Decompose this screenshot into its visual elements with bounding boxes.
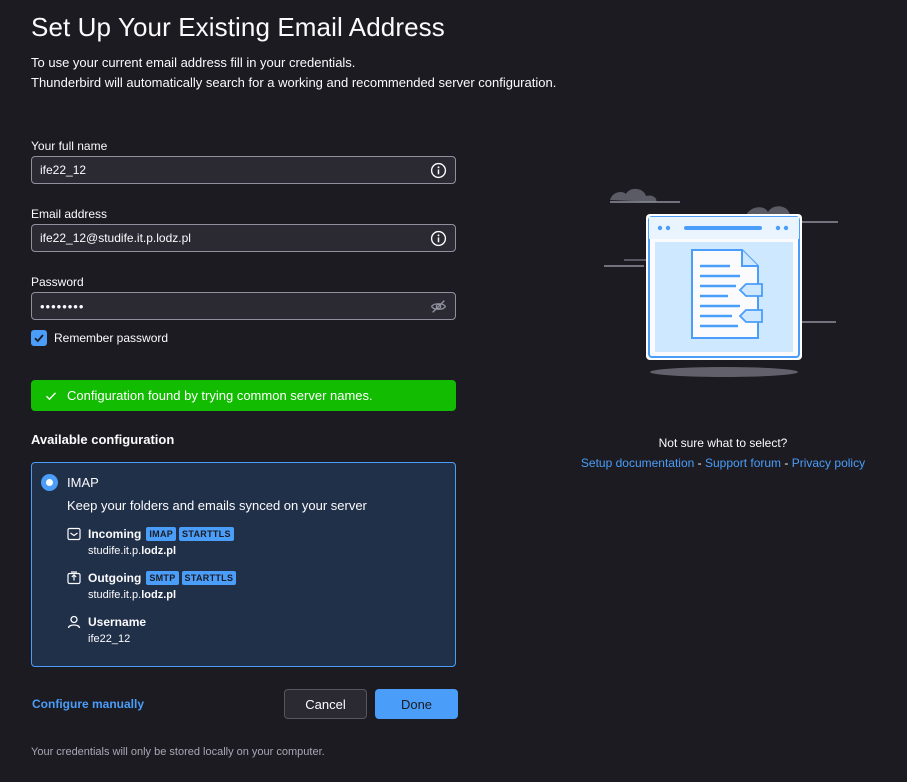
cancel-button[interactable]: Cancel	[284, 689, 367, 719]
available-config-title: Available configuration	[31, 432, 175, 447]
outgoing-label: Outgoing	[88, 571, 142, 585]
username-label: Username	[88, 615, 147, 629]
outbox-icon	[67, 571, 81, 585]
eye-slash-icon[interactable]	[430, 298, 447, 315]
full-name-field[interactable]: ife22_12	[31, 156, 456, 184]
intro-text: To use your current email address fill i…	[31, 53, 556, 93]
user-icon	[67, 615, 81, 629]
incoming-label: Incoming	[88, 527, 142, 541]
email-value: ife22_12@studife.it.p.lodz.pl	[40, 231, 191, 245]
info-icon[interactable]	[430, 162, 447, 179]
full-name-value: ife22_12	[40, 163, 87, 177]
account-setup-page: Set Up Your Existing Email Address To us…	[0, 0, 907, 782]
done-button[interactable]: Done	[375, 689, 458, 719]
info-icon[interactable]	[430, 230, 447, 247]
config-option-imap[interactable]: IMAP Keep your folders and emails synced…	[31, 462, 456, 667]
remember-password-label: Remember password	[54, 331, 169, 345]
protocol-radio[interactable]	[41, 474, 58, 491]
credentials-note: Your credentials will only be stored loc…	[31, 746, 325, 758]
email-field[interactable]: ife22_12@studife.it.p.lodz.pl	[31, 224, 456, 252]
remember-password-checkbox[interactable]	[31, 330, 47, 346]
check-icon	[46, 391, 57, 400]
password-field[interactable]: ••••••••	[31, 292, 456, 320]
status-message: Configuration found by trying common ser…	[67, 388, 373, 403]
protocol-name: IMAP	[67, 475, 99, 490]
status-success-bar: Configuration found by trying common ser…	[31, 380, 456, 411]
outgoing-protocol-tag: SMTP	[146, 571, 179, 585]
intro-line-1: To use your current email address fill i…	[31, 55, 356, 70]
username-value: ife22_12	[88, 633, 131, 645]
password-label: Password	[31, 275, 84, 289]
support-forum-link[interactable]: Support forum	[705, 456, 781, 470]
remember-password-row[interactable]: Remember password	[31, 330, 168, 346]
help-question: Not sure what to select?	[658, 436, 788, 450]
protocol-description: Keep your folders and emails synced on y…	[67, 498, 367, 513]
page-title: Set Up Your Existing Email Address	[31, 12, 445, 42]
configure-manually-link[interactable]: Configure manually	[32, 697, 144, 711]
privacy-policy-link[interactable]: Privacy policy	[792, 456, 865, 470]
incoming-protocol-tag: IMAP	[146, 527, 177, 541]
inbox-icon	[67, 527, 81, 541]
password-value: ••••••••	[40, 298, 85, 314]
intro-line-2: Thunderbird will automatically search fo…	[31, 75, 557, 90]
document-illustration	[604, 188, 838, 377]
setup-documentation-link[interactable]: Setup documentation	[581, 456, 694, 470]
help-links: Setup documentation - Support forum - Pr…	[580, 456, 866, 470]
email-label: Email address	[31, 207, 108, 221]
full-name-label: Your full name	[31, 139, 108, 153]
incoming-security-tag: STARTTLS	[179, 527, 234, 541]
checkmark-icon	[34, 334, 44, 343]
incoming-host: studife.it.p.lodz.pl	[88, 545, 177, 557]
outgoing-security-tag: STARTTLS	[181, 571, 237, 585]
help-section: Not sure what to select? Setup documenta…	[560, 433, 886, 473]
outgoing-host: studife.it.p.lodz.pl	[88, 589, 177, 601]
